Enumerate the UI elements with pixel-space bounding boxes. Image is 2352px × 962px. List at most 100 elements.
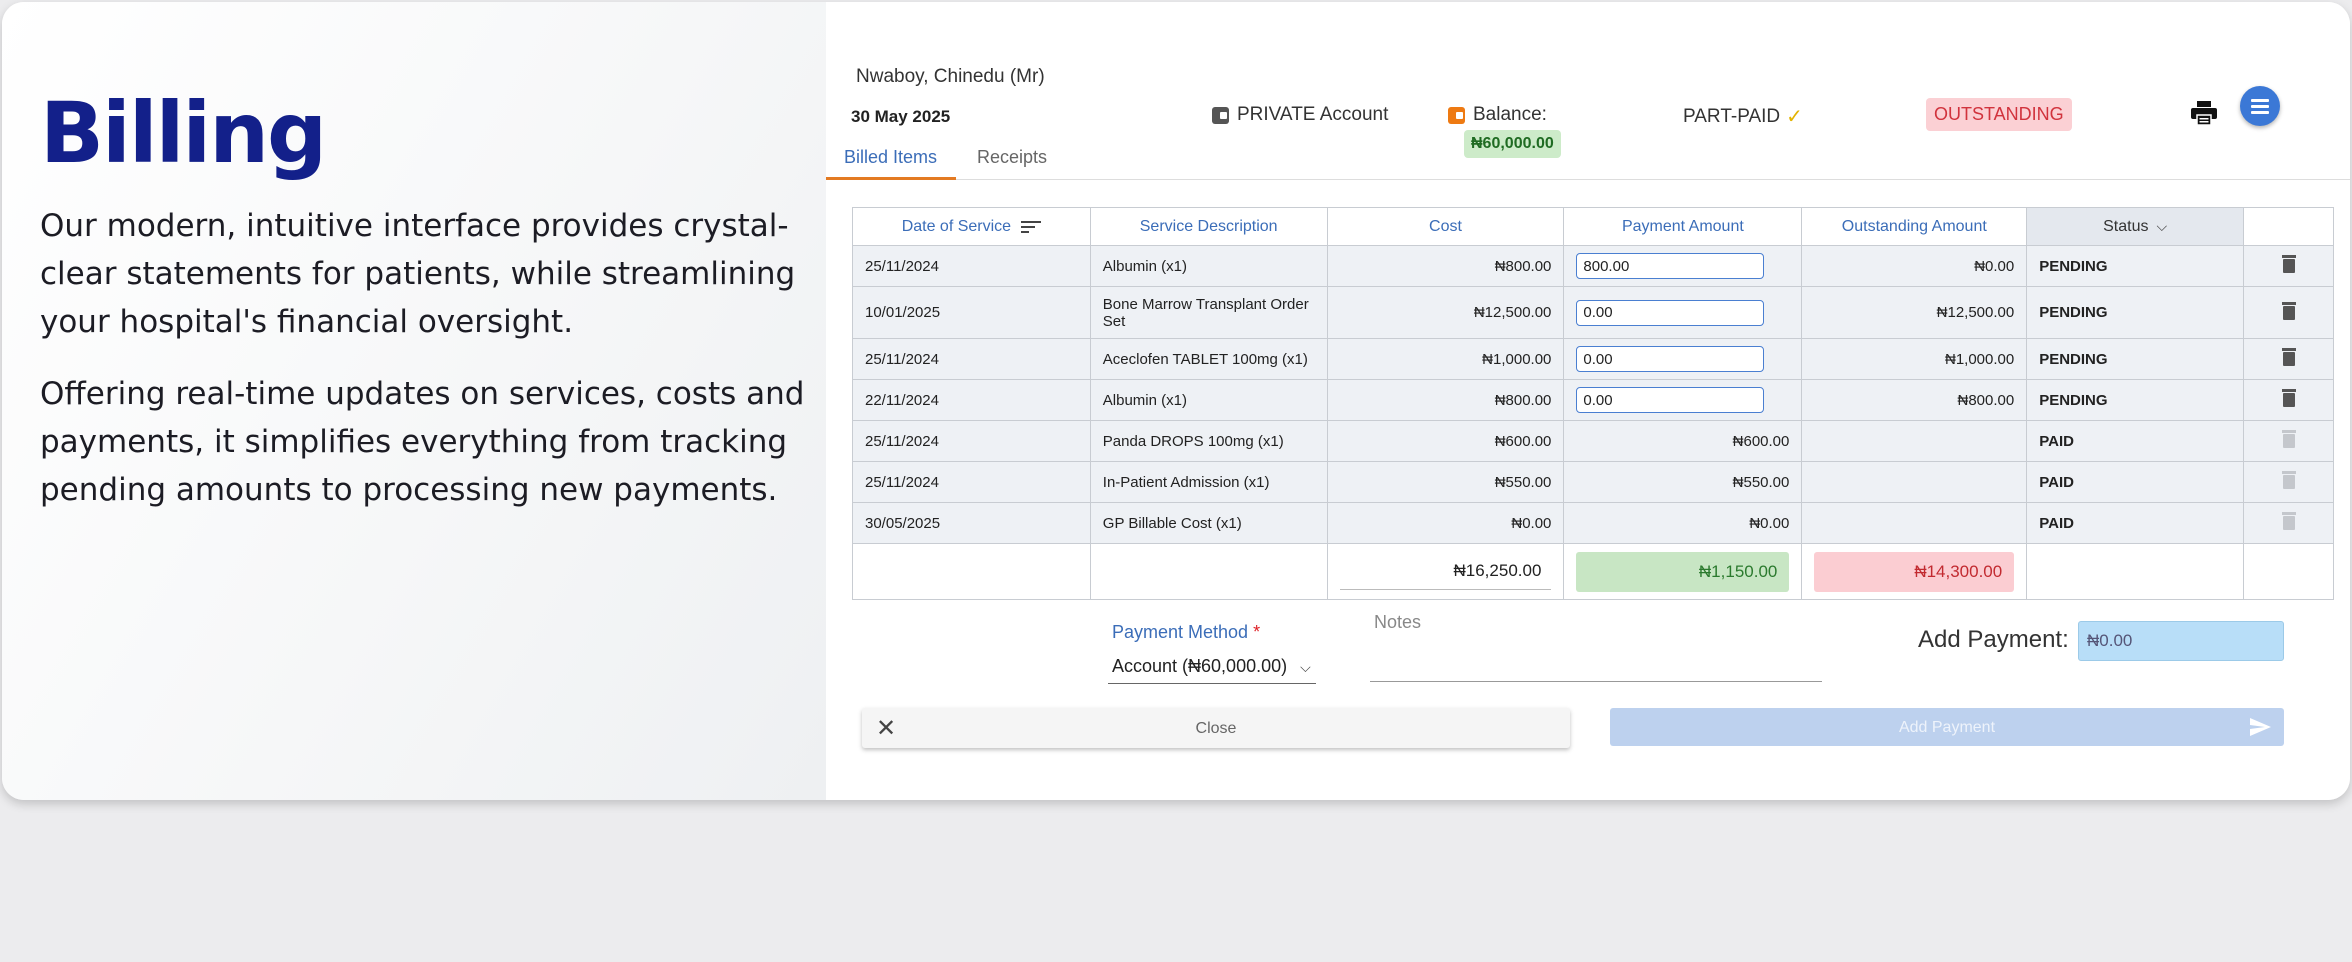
column-header-label: Date of Service (901, 217, 1012, 235)
column-header-status[interactable]: Status ⌵ (2026, 207, 2245, 246)
marketing-paragraph-2: Offering real-time updates on services, … (40, 376, 805, 508)
cell-actions (2243, 461, 2334, 503)
menu-button[interactable] (2240, 86, 2280, 126)
tab-billed-items[interactable]: Billed Items (826, 143, 956, 180)
payment-method-label-text: Payment Method (1112, 622, 1249, 642)
table-row: 30/05/2025 GP Billable Cost (x1) ₦0.00 ₦… (852, 502, 2334, 544)
payment-method-select[interactable]: Account (₦60,000.00) ⌵ (1108, 654, 1316, 684)
marketing-panel: Billing Our modern, intuitive interface … (2, 2, 826, 800)
totals-empty-cell (2026, 543, 2245, 600)
table-header-row: Date of Service Service Description Cost… (852, 207, 2334, 246)
cell-status: PENDING (2026, 286, 2245, 339)
totals-empty-cell (1089, 543, 1328, 600)
cell-cost: ₦800.00 (1326, 245, 1565, 287)
add-payment-input[interactable]: ₦0.00 (2078, 621, 2284, 661)
cell-outstanding (1801, 461, 2028, 503)
cell-outstanding: ₦0.00 (1801, 245, 2028, 287)
add-payment-label: Add Payment: (1918, 626, 2069, 653)
outstanding-badge: OUTSTANDING (1926, 98, 2072, 131)
account-type-label: PRIVATE Account (1237, 104, 1389, 125)
payment-amount-input[interactable] (1576, 346, 1765, 372)
cell-status: PAID (2026, 502, 2245, 544)
cell-actions (2243, 420, 2334, 462)
column-header-outstanding: Outstanding Amount (1801, 207, 2028, 246)
cell-date: 10/01/2025 (852, 286, 1091, 339)
notes-field[interactable]: Notes (1370, 612, 1822, 682)
column-header-cost: Cost (1326, 207, 1565, 246)
payment-status: PART-PAID ✓ (1683, 104, 1803, 129)
print-icon[interactable] (2190, 100, 2218, 126)
totals-empty-cell (2243, 543, 2334, 600)
balance: Balance: (1448, 104, 1547, 126)
marketing-title: Billing (40, 84, 327, 182)
column-header-description: Service Description (1089, 207, 1328, 246)
chevron-down-icon: ⌵ (1300, 659, 1311, 675)
cell-outstanding (1801, 502, 2028, 544)
column-header-actions (2243, 207, 2334, 246)
payment-method-value: Account (₦60,000.00) (1112, 656, 1288, 676)
delete-icon[interactable] (2281, 301, 2296, 320)
close-button-label: Close (1195, 720, 1237, 737)
account-type: PRIVATE Account (1212, 104, 1388, 126)
payment-amount-input[interactable] (1576, 299, 1765, 326)
cell-status: PENDING (2026, 245, 2245, 287)
cell-payment (1563, 379, 1803, 421)
cell-outstanding: ₦1,000.00 (1801, 338, 2028, 380)
cell-payment: ₦550.00 (1563, 461, 1803, 503)
send-icon (2250, 718, 2271, 736)
cell-outstanding (1801, 420, 2028, 462)
payment-amount-input[interactable] (1576, 387, 1765, 413)
delete-icon (2281, 471, 2296, 489)
total-outstanding-cell: ₦14,300.00 (1801, 543, 2028, 600)
bill-date: 30 May 2025 (851, 107, 951, 126)
cell-cost: ₦1,000.00 (1326, 338, 1565, 380)
cell-status: PENDING (2026, 338, 2245, 380)
cell-description: Panda DROPS 100mg (x1) (1089, 420, 1328, 462)
cell-date: 25/11/2024 (852, 245, 1091, 287)
cell-description: Bone Marrow Transplant Order Set (1089, 286, 1328, 339)
cell-cost: ₦12,500.00 (1326, 286, 1565, 339)
delete-icon (2281, 430, 2296, 448)
payment-method-label: Payment Method * (1112, 622, 1260, 643)
cell-cost: ₦0.00 (1326, 502, 1565, 544)
column-header-date[interactable]: Date of Service (852, 207, 1091, 246)
table-row: 25/11/2024 In-Patient Admission (x1) ₦55… (852, 461, 2334, 503)
delete-icon[interactable] (2281, 255, 2296, 273)
total-cost: ₦16,250.00 (1339, 553, 1552, 590)
cell-outstanding: ₦12,500.00 (1801, 286, 2028, 339)
payment-amount-input[interactable] (1576, 253, 1765, 279)
table-row: 10/01/2025 Bone Marrow Transplant Order … (852, 286, 2334, 339)
payment-status-label: PART-PAID (1683, 105, 1781, 127)
delete-icon (2281, 512, 2296, 530)
cell-actions (2243, 286, 2334, 339)
cell-status: PAID (2026, 461, 2245, 503)
add-payment-button[interactable]: Add Payment (1610, 708, 2284, 746)
tab-receipts[interactable]: Receipts (959, 143, 1065, 180)
delete-icon[interactable] (2281, 348, 2296, 366)
delete-icon[interactable] (2281, 389, 2296, 407)
patient-name: Nwaboy, Chinedu (Mr) (856, 66, 1045, 87)
billing-card: Billing Our modern, intuitive interface … (2, 2, 2350, 800)
cell-date: 25/11/2024 (852, 338, 1091, 380)
column-header-payment: Payment Amount (1563, 207, 1803, 246)
marketing-paragraph-1: Our modern, intuitive interface provides… (40, 208, 796, 340)
cell-description: Aceclofen TABLET 100mg (x1) (1089, 338, 1328, 380)
check-icon: ✓ (1786, 106, 1803, 128)
cell-payment: ₦600.00 (1563, 420, 1803, 462)
cell-payment (1563, 286, 1803, 339)
balance-label: Balance: (1473, 104, 1547, 125)
close-button[interactable]: ✕ Close (862, 708, 1570, 748)
cell-date: 25/11/2024 (852, 461, 1091, 503)
cell-cost: ₦600.00 (1326, 420, 1565, 462)
column-header-label: Status (2103, 217, 2149, 235)
total-payment: ₦1,150.00 (1576, 551, 1790, 592)
menu-icon (2251, 99, 2269, 102)
wallet-icon (1212, 106, 1229, 124)
cell-actions (2243, 379, 2334, 421)
cell-cost: ₦800.00 (1326, 379, 1565, 421)
sort-icon (1021, 220, 1042, 233)
cell-description: GP Billable Cost (x1) (1089, 502, 1328, 544)
cell-description: In-Patient Admission (x1) (1089, 461, 1328, 503)
notes-placeholder: Notes (1374, 612, 1422, 632)
cell-status: PENDING (2026, 379, 2245, 421)
